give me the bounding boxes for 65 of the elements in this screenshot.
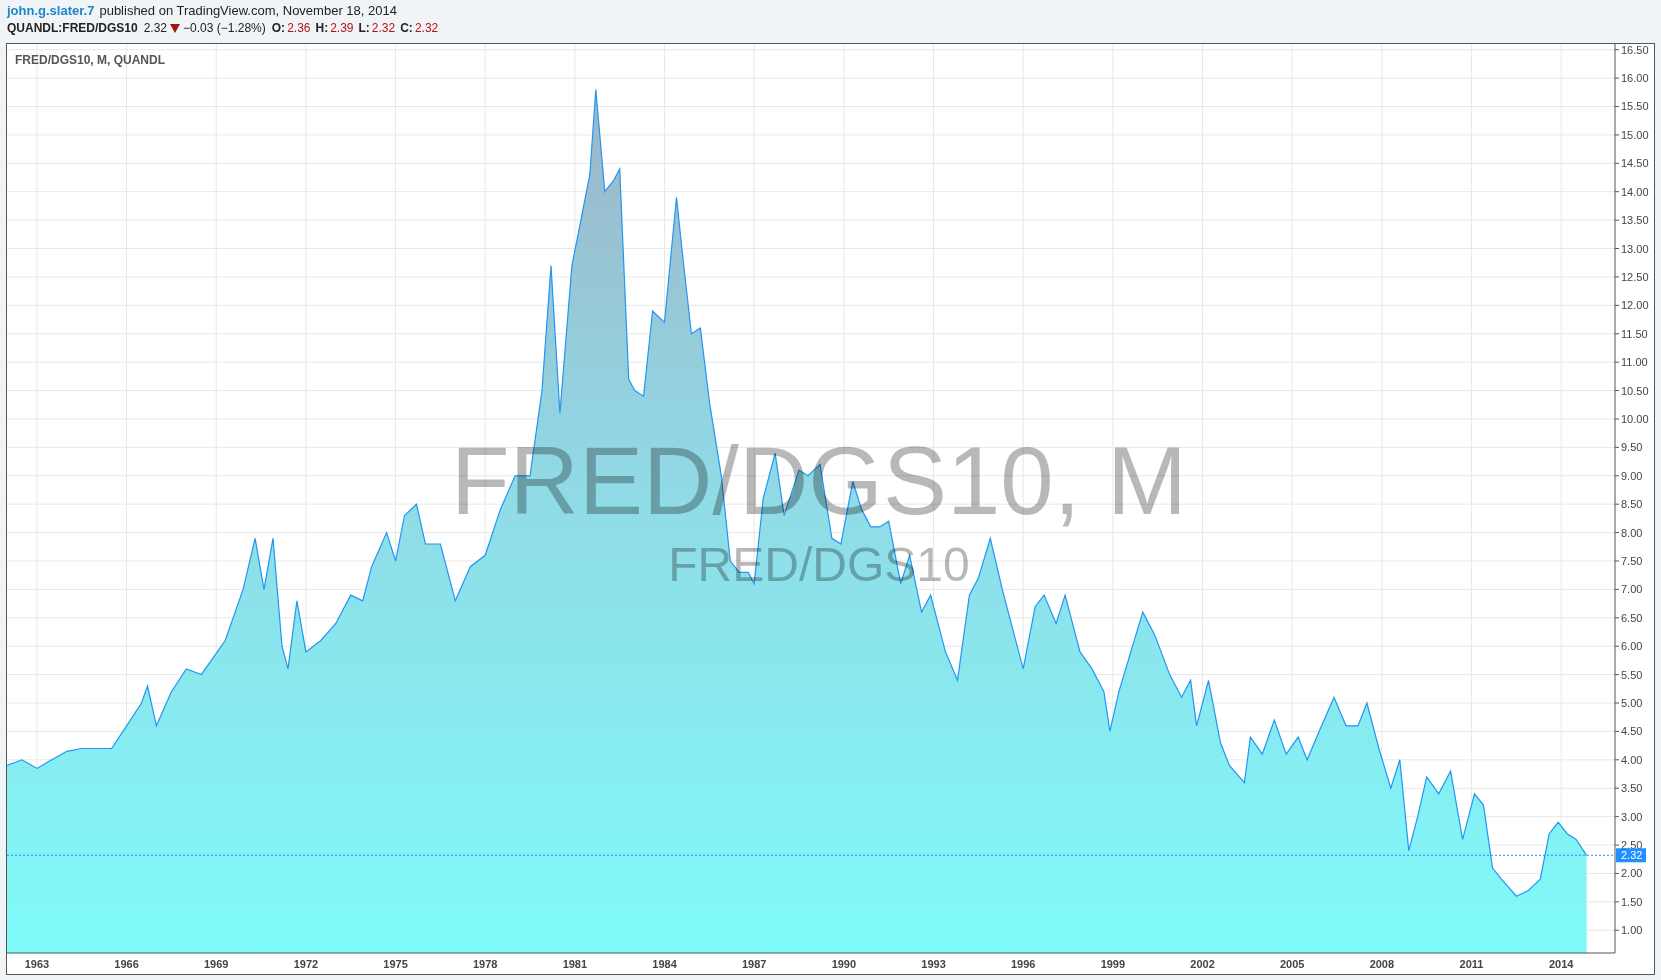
axis-label: 6.00 — [1621, 640, 1643, 653]
published-note: published on TradingView.com, November 18, 2014 — [99, 3, 397, 18]
axis-label: 13.00 — [1621, 242, 1649, 255]
axis-label: 8.50 — [1621, 498, 1643, 511]
axis-label: 1984 — [652, 958, 677, 970]
axis-label: 1975 — [383, 958, 408, 970]
ref-line-label: 2.32 — [1621, 849, 1643, 862]
axis-label: 14.50 — [1621, 157, 1649, 170]
axis-label: 1.00 — [1621, 924, 1643, 937]
ohlc-label: H: — [315, 20, 329, 37]
axis-label: 2014 — [1548, 958, 1574, 970]
axis-label: 1993 — [921, 958, 946, 970]
axis-label: 15.50 — [1621, 100, 1649, 113]
ohlc-label: O: — [271, 20, 286, 37]
axis-label: 9.00 — [1621, 469, 1643, 482]
axis-label: 2005 — [1279, 958, 1305, 970]
axis-label: 1972 — [293, 958, 319, 970]
axis-label: 16.00 — [1621, 72, 1649, 85]
price-tag: 2.32 — [1616, 848, 1646, 863]
axis-label: 1.50 — [1621, 895, 1643, 908]
axis-label: 3.00 — [1621, 810, 1643, 823]
axis-label: 7.00 — [1621, 583, 1643, 596]
axis-label: 4.00 — [1621, 753, 1643, 766]
axis-label: 14.00 — [1621, 185, 1649, 198]
ohlc-label: C: — [400, 20, 413, 37]
author-link[interactable]: john.g.slater.7 — [7, 3, 95, 18]
axis-label: 9.50 — [1621, 441, 1643, 454]
axis-label: 12.00 — [1621, 299, 1649, 312]
axis-label: 1963 — [24, 958, 50, 970]
ohlc-value: 2.32 — [414, 20, 439, 37]
axis-label: 13.50 — [1621, 214, 1649, 227]
ohlc-value: 2.36 — [287, 20, 311, 37]
axis-label: 1981 — [562, 958, 588, 970]
axis-label: 2.00 — [1621, 867, 1643, 880]
ohlc-value: 2.32 — [371, 20, 396, 37]
axis-label: 16.50 — [1621, 44, 1649, 56]
axis-label: 4.50 — [1621, 725, 1643, 738]
axis-label: 2002 — [1190, 958, 1215, 970]
axis-label: 5.00 — [1621, 697, 1643, 710]
axis-label: 3.50 — [1621, 782, 1643, 795]
axis-label: 6.50 — [1621, 611, 1643, 624]
axis-label: 8.00 — [1621, 526, 1643, 539]
ohlc-label: L: — [358, 20, 370, 37]
axis-label: 7.50 — [1621, 555, 1643, 567]
axis-label: 1999 — [1100, 958, 1126, 970]
axis-label: 2011 — [1459, 958, 1484, 970]
axis-label: 1969 — [204, 958, 229, 970]
axis-label: 15.00 — [1621, 128, 1649, 141]
axis-label: 1987 — [741, 958, 767, 970]
price-change: −0.03 (−1.28%) — [183, 20, 266, 37]
axis-label: 1978 — [472, 958, 498, 970]
axis-label: 1966 — [114, 958, 139, 970]
axis-label: 12.50 — [1621, 270, 1649, 283]
ohlc-value: 2.39 — [330, 20, 354, 37]
axis-label: 10.50 — [1621, 384, 1649, 397]
axis-label: 1990 — [831, 958, 857, 970]
axis-label: 10.00 — [1621, 412, 1649, 425]
chart-legend: FRED/DGS10, M, QUANDL — [15, 53, 165, 67]
axis-label: 11.50 — [1621, 327, 1648, 340]
symbol-name: QUANDL:FRED/DGS10 — [7, 20, 138, 37]
axis-label: 2008 — [1369, 958, 1395, 970]
axis-label: 11.00 — [1621, 356, 1648, 369]
axis-label: 5.50 — [1621, 668, 1643, 681]
axis-label: 1996 — [1010, 958, 1036, 970]
last-price: 2.32 — [143, 20, 168, 37]
